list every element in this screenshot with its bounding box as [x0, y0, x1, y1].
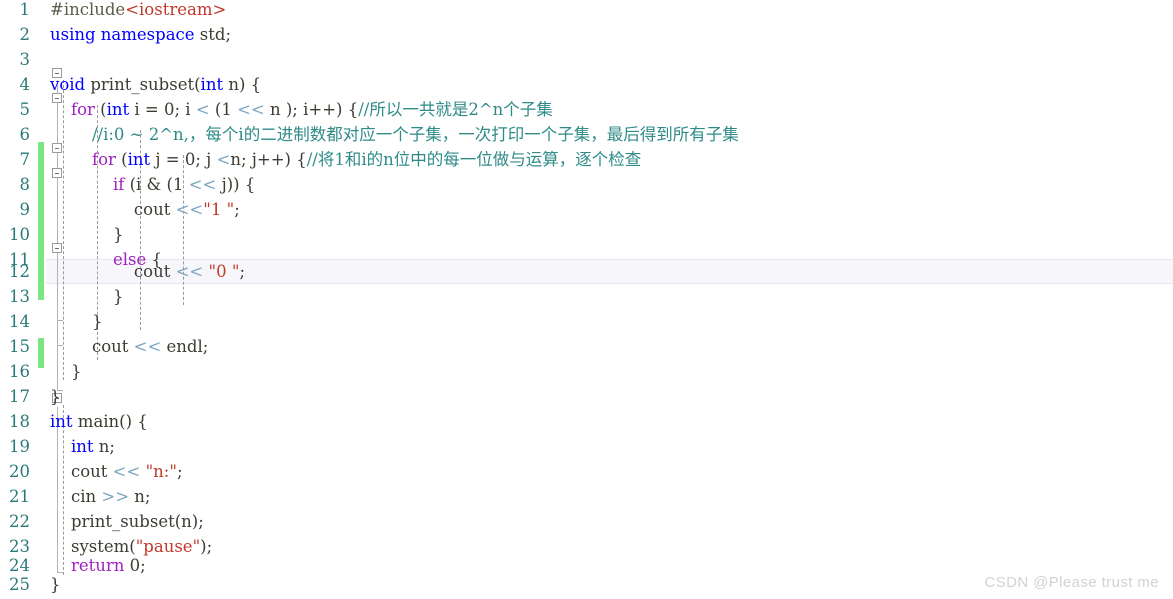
token-indent: cout: [50, 337, 134, 356]
token-keyword: using namespace: [50, 25, 195, 44]
token-expression: j =: [150, 150, 185, 169]
token-function-name: main() {: [72, 412, 148, 431]
token-punctuation: ;: [176, 462, 183, 481]
code-line[interactable]: cin >> n;: [0, 484, 151, 509]
token-indent: cout: [50, 262, 176, 281]
token-control-keyword: if: [112, 175, 125, 194]
token-operator: <<: [175, 200, 204, 219]
token-expression: i =: [129, 100, 164, 119]
code-line[interactable]: if (i & (1 << j)) {: [0, 172, 255, 197]
token-string: "n:": [145, 462, 177, 481]
token-operator: <<: [133, 337, 162, 356]
token-punctuation: ;: [140, 556, 146, 575]
code-content[interactable]: #include<iostream> using namespace std; …: [0, 0, 1173, 599]
token-control-keyword: for: [70, 100, 95, 119]
token-operator: <<: [188, 175, 217, 194]
token-comment: //i:0 ~ 2^n,，每个i的二进制数都对应一个子集，一次打印一个子集，最后…: [91, 125, 739, 144]
token-control-keyword: for: [91, 150, 116, 169]
token-expression: (i & (: [124, 175, 173, 194]
code-line[interactable]: cout <<"1 ";: [0, 197, 240, 222]
code-line[interactable]: cout << "0 ";: [0, 259, 245, 284]
token-identifier: n) {: [223, 75, 262, 94]
code-line[interactable]: }: [0, 309, 103, 334]
code-line[interactable]: int main() {: [0, 409, 148, 434]
token-number: 0: [164, 100, 175, 119]
token-indent: cin: [50, 487, 102, 506]
code-line[interactable]: }: [0, 359, 82, 384]
token-keyword: int: [127, 150, 151, 169]
token-operator: <<: [112, 462, 141, 481]
token-number: 1: [172, 175, 184, 194]
token-number: 0: [184, 150, 196, 169]
token-punctuation: ;: [234, 200, 240, 219]
token-punctuation: }: [50, 287, 124, 306]
token-preprocessor: #include: [50, 0, 126, 19]
token-string: "1 ": [203, 200, 235, 219]
token-expression: endl;: [161, 337, 209, 356]
token-string: "0 ": [208, 262, 240, 281]
token-keyword: int: [70, 437, 94, 456]
token-number: 0: [129, 556, 141, 575]
code-line[interactable]: using namespace std;: [0, 22, 231, 47]
code-line[interactable]: #include<iostream>: [0, 0, 226, 22]
token-punctuation: ;: [239, 262, 245, 281]
token-expression: (: [209, 100, 222, 119]
token-punctuation: }: [50, 362, 82, 381]
token-punctuation: }: [50, 575, 61, 594]
code-line[interactable]: cout << "n:";: [0, 459, 183, 484]
token-function-call: print_subset(n);: [50, 512, 204, 531]
token-punctuation: (: [94, 100, 107, 119]
code-line[interactable]: [0, 47, 50, 72]
token-expression: ; i: [174, 100, 196, 119]
token-keyword: int: [106, 100, 130, 119]
token-expression: n;: [129, 487, 151, 506]
code-line[interactable]: cout << endl;: [0, 334, 208, 359]
token-operator: >>: [101, 487, 130, 506]
token-comment: //将1和i的n位中的每一位做与运算，逐个检查: [306, 150, 642, 169]
code-line[interactable]: int n;: [0, 434, 115, 459]
token-keyword: void: [50, 75, 86, 94]
token-expression: n; j++) {: [230, 150, 307, 169]
code-editor[interactable]: 1 2 3 4 5 6 7 8 9 10 11 12 13 14 15 16 1…: [0, 0, 1173, 599]
token-comment: //所以一共就是2^n个子集: [358, 100, 553, 119]
token-indent: cout: [50, 200, 176, 219]
token-operator: <<: [175, 262, 204, 281]
token-punctuation: );: [200, 537, 213, 556]
token-operator: <<: [237, 100, 265, 119]
token-operator: <: [195, 100, 210, 119]
token-expression: ; j: [195, 150, 217, 169]
token-keyword: int: [50, 412, 73, 431]
code-line[interactable]: void print_subset(int n) {: [0, 72, 261, 97]
code-line[interactable]: print_subset(n);: [0, 509, 204, 534]
token-punctuation: }: [50, 225, 124, 244]
code-line[interactable]: }: [0, 284, 124, 309]
watermark: CSDN @Please trust me: [984, 574, 1159, 591]
token-expression: n ); i++) {: [264, 100, 359, 119]
token-include-header: <iostream>: [125, 0, 227, 19]
token-expression: j)) {: [216, 175, 256, 194]
code-line[interactable]: }: [0, 384, 61, 409]
token-number: 1: [221, 100, 232, 119]
token-function-name: print_subset(: [85, 75, 201, 94]
token-operator: <: [216, 150, 231, 169]
token-punctuation: }: [50, 312, 103, 331]
token-indent: cout: [50, 462, 113, 481]
code-line[interactable]: //i:0 ~ 2^n,，每个i的二进制数都对应一个子集，一次打印一个子集，最后…: [0, 122, 739, 147]
token-identifier: std;: [194, 25, 232, 44]
code-line[interactable]: }: [0, 572, 61, 597]
token-keyword: int: [200, 75, 224, 94]
code-line[interactable]: for (int j = 0; j <n; j++) {//将1和i的n位中的每…: [0, 147, 641, 172]
token-control-keyword: return: [70, 556, 125, 575]
code-line[interactable]: }: [0, 222, 124, 247]
code-line[interactable]: for (int i = 0; i < (1 << n ); i++) {//所…: [0, 97, 553, 122]
token-punctuation: }: [50, 387, 61, 406]
token-identifier: n;: [93, 437, 115, 456]
token-punctuation: (: [115, 150, 128, 169]
